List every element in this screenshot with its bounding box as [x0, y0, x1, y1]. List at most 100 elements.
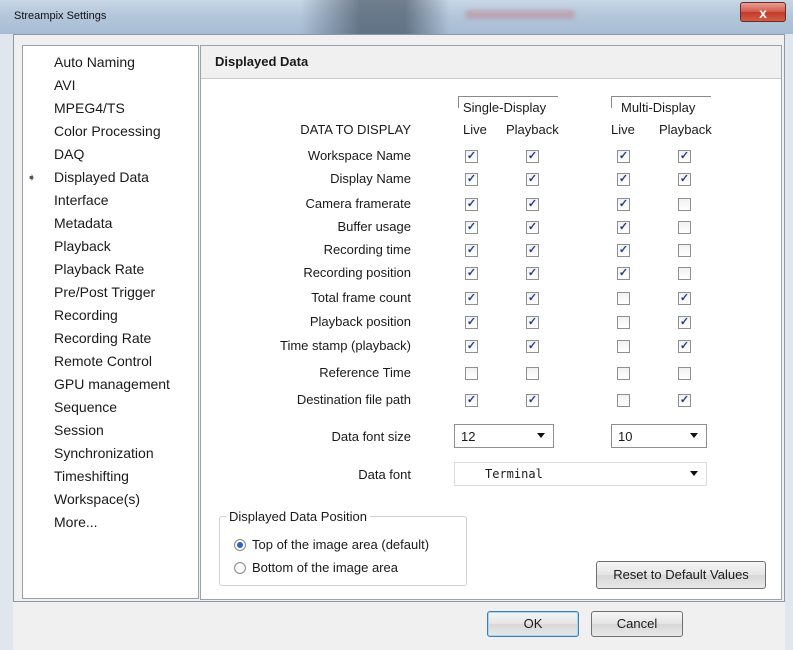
- ok-button[interactable]: OK: [487, 611, 579, 637]
- sidebar-item-metadata[interactable]: Metadata: [54, 215, 112, 232]
- row-label-playback-position: Playback position: [309, 314, 411, 329]
- sidebar-item-gpu-management[interactable]: GPU management: [54, 376, 170, 393]
- row-label-buffer-usage: Buffer usage: [337, 219, 411, 234]
- sidebar-item-daq[interactable]: DAQ: [54, 146, 84, 163]
- checkbox-time-stamp-playback-single-live[interactable]: ✓: [465, 340, 478, 353]
- checkbox-recording-position-multi-playback[interactable]: [678, 267, 691, 280]
- checkbox-camera-framerate-single-playback[interactable]: ✓: [526, 198, 539, 211]
- panel-title: Displayed Data: [215, 54, 309, 69]
- checkbox-playback-position-single-live[interactable]: ✓: [465, 316, 478, 329]
- multi-display-bracket: [611, 96, 711, 97]
- checkbox-workspace-name-multi-live[interactable]: ✓: [617, 150, 630, 163]
- checkbox-recording-time-multi-playback[interactable]: [678, 244, 691, 257]
- sidebar-item-sequence[interactable]: Sequence: [54, 399, 117, 416]
- checkbox-destination-file-path-multi-playback[interactable]: ✓: [678, 394, 691, 407]
- checkbox-display-name-multi-live[interactable]: ✓: [617, 173, 630, 186]
- multi-display-header: Multi-Display: [621, 100, 696, 115]
- multi-playback-header: Playback: [659, 122, 712, 137]
- window-title: Streampix Settings: [14, 10, 107, 22]
- checkbox-recording-position-single-live[interactable]: ✓: [465, 267, 478, 280]
- title-bar: Streampix Settings x: [0, 0, 793, 34]
- multi-display-bracket-tick: [611, 96, 612, 108]
- settings-category-list[interactable]: Auto Naming AVI MPEG4/TS Color Processing DA…: [22, 45, 199, 599]
- checkbox-playback-position-multi-playback[interactable]: ✓: [678, 316, 691, 329]
- sidebar-item-more[interactable]: More...: [54, 514, 98, 531]
- position-top-radio[interactable]: [234, 539, 246, 551]
- selected-arrow-icon: ➧: [27, 172, 37, 184]
- row-label-reference-time: Reference Time: [319, 365, 411, 380]
- displayed-data-position-legend: Displayed Data Position: [226, 509, 371, 524]
- sidebar-item-color-processing[interactable]: Color Processing: [54, 123, 161, 140]
- sidebar-item-avi[interactable]: AVI: [54, 77, 76, 94]
- sidebar-item-synchronization[interactable]: Synchronization: [54, 445, 154, 462]
- checkbox-total-frame-count-single-live[interactable]: ✓: [465, 292, 478, 305]
- sidebar-item-playback[interactable]: Playback: [54, 238, 111, 255]
- panel-header: Displayed Data: [201, 46, 781, 79]
- checkbox-camera-framerate-multi-playback[interactable]: [678, 198, 691, 211]
- checkbox-time-stamp-playback-single-playback[interactable]: ✓: [526, 340, 539, 353]
- checkbox-recording-time-single-playback[interactable]: ✓: [526, 244, 539, 257]
- checkbox-destination-file-path-single-live[interactable]: ✓: [465, 394, 478, 407]
- checkbox-display-name-single-live[interactable]: ✓: [465, 173, 478, 186]
- data-font-select[interactable]: Terminal: [454, 462, 707, 486]
- position-bottom-radio[interactable]: [234, 562, 246, 574]
- single-font-size-select[interactable]: 12: [454, 424, 554, 448]
- multi-font-size-select[interactable]: 10: [611, 424, 707, 448]
- sidebar-item-mpeg4-ts[interactable]: MPEG4/TS: [54, 100, 125, 117]
- sidebar-item-interface[interactable]: Interface: [54, 192, 108, 209]
- data-font-label: Data font: [358, 467, 411, 482]
- checkbox-buffer-usage-single-live[interactable]: ✓: [465, 221, 478, 234]
- sidebar-item-session[interactable]: Session: [54, 422, 104, 439]
- single-font-size-value: 12: [461, 429, 476, 444]
- sidebar-item-auto-naming[interactable]: Auto Naming: [54, 54, 135, 71]
- sidebar-item-displayed-data[interactable]: Displayed Data: [54, 169, 149, 186]
- checkbox-camera-framerate-single-live[interactable]: ✓: [465, 198, 478, 211]
- multi-live-header: Live: [611, 122, 635, 137]
- checkbox-reference-time-single-playback[interactable]: [526, 367, 539, 380]
- checkbox-buffer-usage-multi-live[interactable]: ✓: [617, 221, 630, 234]
- checkbox-camera-framerate-multi-live[interactable]: ✓: [617, 198, 630, 211]
- checkbox-reference-time-multi-live[interactable]: [617, 367, 630, 380]
- checkbox-recording-position-multi-live[interactable]: ✓: [617, 267, 630, 280]
- single-display-header: Single-Display: [463, 100, 547, 115]
- checkbox-workspace-name-multi-playback[interactable]: ✓: [678, 150, 691, 163]
- checkbox-buffer-usage-multi-playback[interactable]: [678, 221, 691, 234]
- checkbox-time-stamp-playback-multi-live[interactable]: [617, 340, 630, 353]
- checkbox-reference-time-single-live[interactable]: [465, 367, 478, 380]
- checkbox-workspace-name-single-live[interactable]: ✓: [465, 150, 478, 163]
- checkbox-recording-time-single-live[interactable]: ✓: [465, 244, 478, 257]
- row-label-total-frame-count: Total frame count: [311, 290, 411, 305]
- row-label-workspace-name: Workspace Name: [307, 148, 411, 163]
- checkbox-recording-position-single-playback[interactable]: ✓: [526, 267, 539, 280]
- checkbox-playback-position-single-playback[interactable]: ✓: [526, 316, 539, 329]
- close-button[interactable]: x: [740, 2, 786, 22]
- checkbox-playback-position-multi-live[interactable]: [617, 316, 630, 329]
- checkbox-display-name-single-playback[interactable]: ✓: [526, 173, 539, 186]
- checkbox-buffer-usage-single-playback[interactable]: ✓: [526, 221, 539, 234]
- checkbox-workspace-name-single-playback[interactable]: ✓: [526, 150, 539, 163]
- chevron-down-icon: [690, 433, 698, 438]
- sidebar-item-remote-control[interactable]: Remote Control: [54, 353, 152, 370]
- sidebar-item-workspace-s[interactable]: Workspace(s): [54, 491, 140, 508]
- checkbox-total-frame-count-single-playback[interactable]: ✓: [526, 292, 539, 305]
- checkbox-display-name-multi-playback[interactable]: ✓: [678, 173, 691, 186]
- checkbox-total-frame-count-multi-live[interactable]: [617, 292, 630, 305]
- multi-font-size-value: 10: [618, 429, 633, 444]
- checkbox-time-stamp-playback-multi-playback[interactable]: ✓: [678, 340, 691, 353]
- sidebar-item-playback-rate[interactable]: Playback Rate: [54, 261, 144, 278]
- reset-defaults-button[interactable]: Reset to Default Values: [596, 561, 766, 589]
- sidebar-item-recording[interactable]: Recording: [54, 307, 118, 324]
- sidebar-item-pre-post-trigger[interactable]: Pre/Post Trigger: [54, 284, 155, 301]
- sidebar-item-recording-rate[interactable]: Recording Rate: [54, 330, 151, 347]
- checkbox-recording-time-multi-live[interactable]: ✓: [617, 244, 630, 257]
- checkbox-reference-time-multi-playback[interactable]: [678, 367, 691, 380]
- blurred-caption: [465, 10, 575, 19]
- row-label-display-name: Display Name: [330, 171, 411, 186]
- position-top-label: Top of the image area (default): [252, 537, 430, 552]
- chevron-down-icon: [690, 471, 698, 476]
- checkbox-destination-file-path-multi-live[interactable]: [617, 394, 630, 407]
- cancel-button[interactable]: Cancel: [591, 611, 683, 637]
- checkbox-total-frame-count-multi-playback[interactable]: ✓: [678, 292, 691, 305]
- sidebar-item-timeshifting[interactable]: Timeshifting: [54, 468, 129, 485]
- checkbox-destination-file-path-single-playback[interactable]: ✓: [526, 394, 539, 407]
